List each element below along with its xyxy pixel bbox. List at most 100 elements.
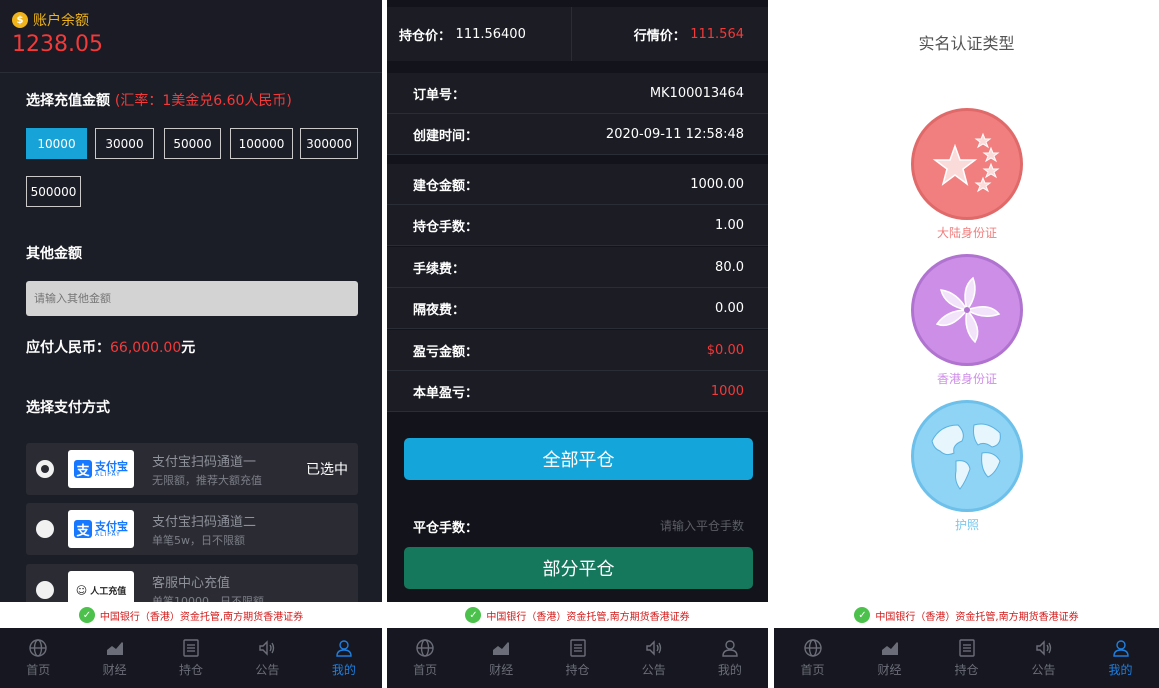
market-price: 行情价： 111.564 (572, 7, 768, 61)
amount-button-50000[interactable]: 50000 (164, 128, 221, 159)
nav-home[interactable]: 首页 (387, 628, 463, 688)
radio-unselected-icon[interactable] (36, 520, 54, 538)
shield-check-icon: ✓ (854, 607, 871, 623)
flower-icon (935, 276, 1001, 344)
manual-logo-text: 人工充值 (90, 586, 127, 597)
mainland-id-label: 大陆身份证 (936, 226, 997, 240)
alipay-logo: 支 支付宝 ALIPAY (68, 510, 134, 548)
stars-icon (932, 132, 1000, 193)
nav-label: 公告 (1031, 663, 1056, 677)
nav-positions[interactable]: 持仓 (928, 628, 1005, 688)
radio-unselected-icon[interactable] (36, 581, 54, 599)
lots-row: 持仓手数： 1.00 (387, 205, 768, 246)
nav-finance[interactable]: 财经 (851, 628, 928, 688)
nav-home[interactable]: 首页 (0, 628, 76, 688)
row-value: $0.00 (706, 342, 744, 358)
nav-finance[interactable]: 财经 (463, 628, 539, 688)
row-key: 创建时间： (413, 128, 479, 144)
nav-label: 我的 (717, 663, 742, 677)
banner-text: 中国银行（香港）资金托管,南方期货香港证券 (875, 611, 1079, 623)
alipay-icon: 支 (74, 520, 92, 539)
alipay-logo: 支 支付宝 ALIPAY (68, 450, 134, 488)
amount-button-30000[interactable]: 30000 (95, 128, 154, 159)
speaker-icon (259, 640, 275, 656)
row-value: 1000 (710, 383, 744, 399)
nav-home[interactable]: 首页 (774, 628, 851, 688)
payment-name: 支付宝扫码通道二 (152, 514, 257, 530)
close-partial-button[interactable]: 部分平仓 (404, 547, 753, 589)
row-key: 隔夜费： (413, 302, 466, 318)
row-value: 2020-09-11 12:58:48 (605, 126, 744, 142)
select-amount-text: 选择充值金额 (26, 93, 110, 109)
exchange-rate: (汇率：1美金兑6.60人民币) (114, 93, 292, 109)
payment-option-alipay-1[interactable]: 支 支付宝 ALIPAY 支付宝扫码通道一 无限额，推荐大额充值 已选中 (26, 443, 358, 495)
amount-button-100000[interactable]: 100000 (230, 128, 293, 159)
nav-notice[interactable]: 公告 (1005, 628, 1082, 688)
nav-label: 持仓 (565, 663, 590, 677)
nav-notice[interactable]: 公告 (229, 628, 305, 688)
row-value: 1.00 (715, 217, 744, 233)
china-flag-icon[interactable] (911, 108, 1023, 220)
close-lots-label: 平仓手数： (413, 520, 479, 536)
hongkong-id-label: 香港身份证 (936, 372, 997, 386)
mainland-id-option[interactable]: 大陆身份证 (909, 108, 1025, 241)
chat-icon: ☺ (75, 583, 88, 597)
nav-label: 我的 (331, 663, 356, 677)
alipay-logo-text: 支付宝 ALIPAY (95, 521, 128, 538)
nav-positions[interactable]: 持仓 (153, 628, 229, 688)
alipay-logo-cn: 支付宝 (95, 459, 128, 473)
world-map-icon (931, 423, 1001, 490)
row-value: 0.00 (715, 300, 744, 316)
open-amount-row: 建仓金额： 1000.00 (387, 164, 768, 205)
fee-row: 手续费： 80.0 (387, 247, 768, 288)
nav-label: 我的 (1108, 663, 1133, 677)
balance-header: $ 账户余额 (12, 10, 370, 30)
passport-option[interactable]: 护照 (909, 400, 1025, 533)
hold-price: 持仓价： 111.56400 (387, 7, 572, 61)
nav-mine[interactable]: 我的 (1082, 628, 1159, 688)
nav-mine[interactable]: 我的 (692, 628, 768, 688)
row-key: 持仓手数： (413, 219, 479, 235)
shield-check-icon: ✓ (78, 607, 95, 623)
amount-button-300000[interactable]: 300000 (300, 128, 358, 159)
alipay-logo-en: ALIPAY (95, 470, 121, 478)
payment-option-alipay-2[interactable]: 支 支付宝 ALIPAY 支付宝扫码通道二 单笔5w，日不限额 (26, 503, 358, 555)
nav-label: 首页 (26, 663, 51, 677)
nav-notice[interactable]: 公告 (616, 628, 692, 688)
payment-info: 支付宝扫码通道二 单笔5w，日不限额 (152, 511, 348, 548)
nav-finance[interactable]: 财经 (76, 628, 152, 688)
nav-label: 财经 (102, 663, 127, 677)
balance-value: 1238.05 (12, 32, 103, 57)
dollar-coin-icon: $ (12, 12, 28, 28)
row-value: 1000.00 (690, 176, 744, 192)
amount-button-500000[interactable]: 500000 (26, 176, 81, 207)
payment-method-label: 选择支付方式 (26, 400, 110, 416)
row-key: 手续费： (413, 261, 466, 277)
hongkong-id-option[interactable]: 香港身份证 (909, 254, 1025, 387)
banner-text: 中国银行（香港）资金托管,南方期货香港证券 (99, 611, 304, 623)
other-amount-input[interactable] (26, 281, 358, 316)
chart-icon (106, 642, 123, 655)
hold-price-label: 持仓价： (399, 28, 452, 44)
close-all-button[interactable]: 全部平仓 (404, 438, 753, 480)
close-lots-row: 平仓手数： (387, 505, 768, 547)
globe-icon[interactable] (911, 400, 1023, 512)
balance-title: 账户余额 (33, 13, 89, 29)
verification-type-screen: 实名认证类型 大陆身份证 香港身份证 护照 ✓ 中国银行（香港）资金托管,南方期… (774, 0, 1159, 688)
amount-button-10000[interactable]: 10000 (26, 128, 87, 159)
nav-positions[interactable]: 持仓 (539, 628, 615, 688)
bottom-nav: 首页 财经 持仓 公告 我的 (0, 628, 382, 688)
payable-value: 66,000.00 (110, 340, 182, 356)
nav-label: 首页 (800, 663, 825, 677)
nav-mine[interactable]: 我的 (306, 628, 382, 688)
list-doc-icon (569, 639, 586, 657)
overnight-fee-row: 隔夜费： 0.00 (387, 288, 768, 329)
bauhinia-flower-icon[interactable] (911, 254, 1023, 366)
nav-label: 公告 (641, 663, 666, 677)
radio-selected-icon[interactable] (36, 460, 54, 478)
nav-label: 首页 (413, 663, 438, 677)
payment-name: 支付宝扫码通道一 (152, 454, 257, 470)
user-icon (336, 640, 352, 657)
payable-unit: 元 (181, 340, 196, 356)
close-lots-input[interactable] (584, 519, 744, 533)
